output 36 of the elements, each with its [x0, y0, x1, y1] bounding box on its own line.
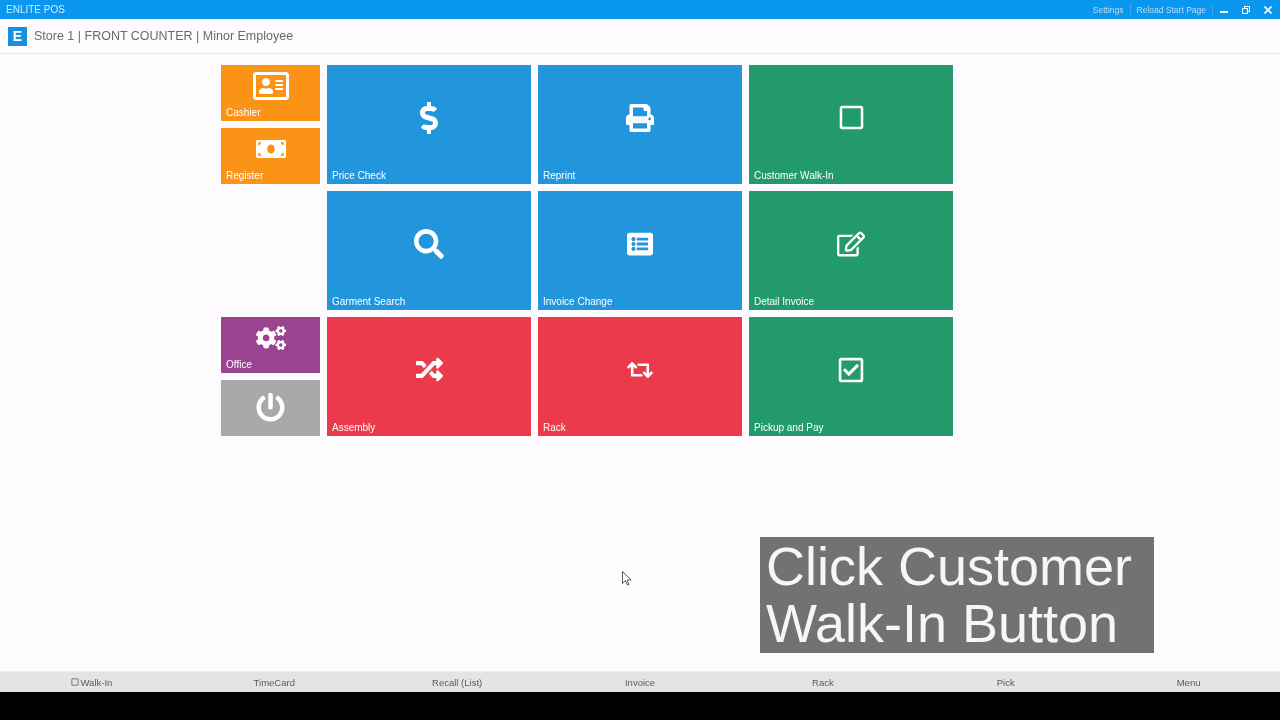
footer-button[interactable]: Menu — [1097, 672, 1280, 692]
tile-button[interactable]: Invoice Change — [538, 191, 742, 310]
tile-button[interactable]: Office — [221, 317, 320, 373]
tutorial-caption: Click Customer Walk-In Button — [760, 537, 1154, 653]
tile-button[interactable]: Detail Invoice — [749, 191, 953, 310]
store-title: Store 1 | FRONT COUNTER | Minor Employee — [34, 29, 294, 43]
tile-button[interactable]: Customer Walk-In — [749, 65, 953, 184]
mouse-pointer-icon — [622, 571, 632, 586]
printer-icon — [626, 103, 654, 132]
restore-icon — [1242, 5, 1250, 14]
titlebar-link[interactable]: Settings — [1086, 4, 1130, 15]
window-title: ENLITE POS — [6, 4, 65, 15]
tile-button[interactable]: Garment Search — [327, 191, 531, 310]
footer-button[interactable]: Invoice — [548, 672, 732, 692]
close-icon — [1264, 5, 1272, 14]
footer-button[interactable]: Recall (List) — [365, 672, 549, 692]
shuffle-icon — [415, 356, 443, 383]
edit-icon — [837, 229, 865, 258]
tile-button[interactable]: Cashier — [221, 65, 320, 121]
footer-button[interactable]: TimeCard — [182, 672, 366, 692]
gears-icon — [255, 323, 286, 353]
list-icon — [627, 230, 653, 257]
footer-button[interactable]: Walk-In — [0, 672, 183, 692]
tile-button[interactable]: Reprint — [538, 65, 742, 184]
footer-button[interactable]: Pick — [914, 672, 1098, 692]
app-logo: E — [8, 26, 27, 46]
titlebar-link[interactable]: Reload Start Page — [1130, 4, 1212, 15]
search-icon — [414, 228, 444, 259]
tile-button[interactable]: Assembly — [327, 317, 531, 436]
tile-button[interactable]: Pickup and Pay — [749, 317, 953, 436]
tile-button[interactable]: Register — [221, 128, 320, 184]
tile-button[interactable]: Rack — [538, 317, 742, 436]
footer-button[interactable]: Rack — [731, 672, 915, 692]
tile-button[interactable] — [221, 380, 320, 436]
power-icon — [256, 392, 285, 422]
tile-button[interactable]: Price Check — [327, 65, 531, 184]
